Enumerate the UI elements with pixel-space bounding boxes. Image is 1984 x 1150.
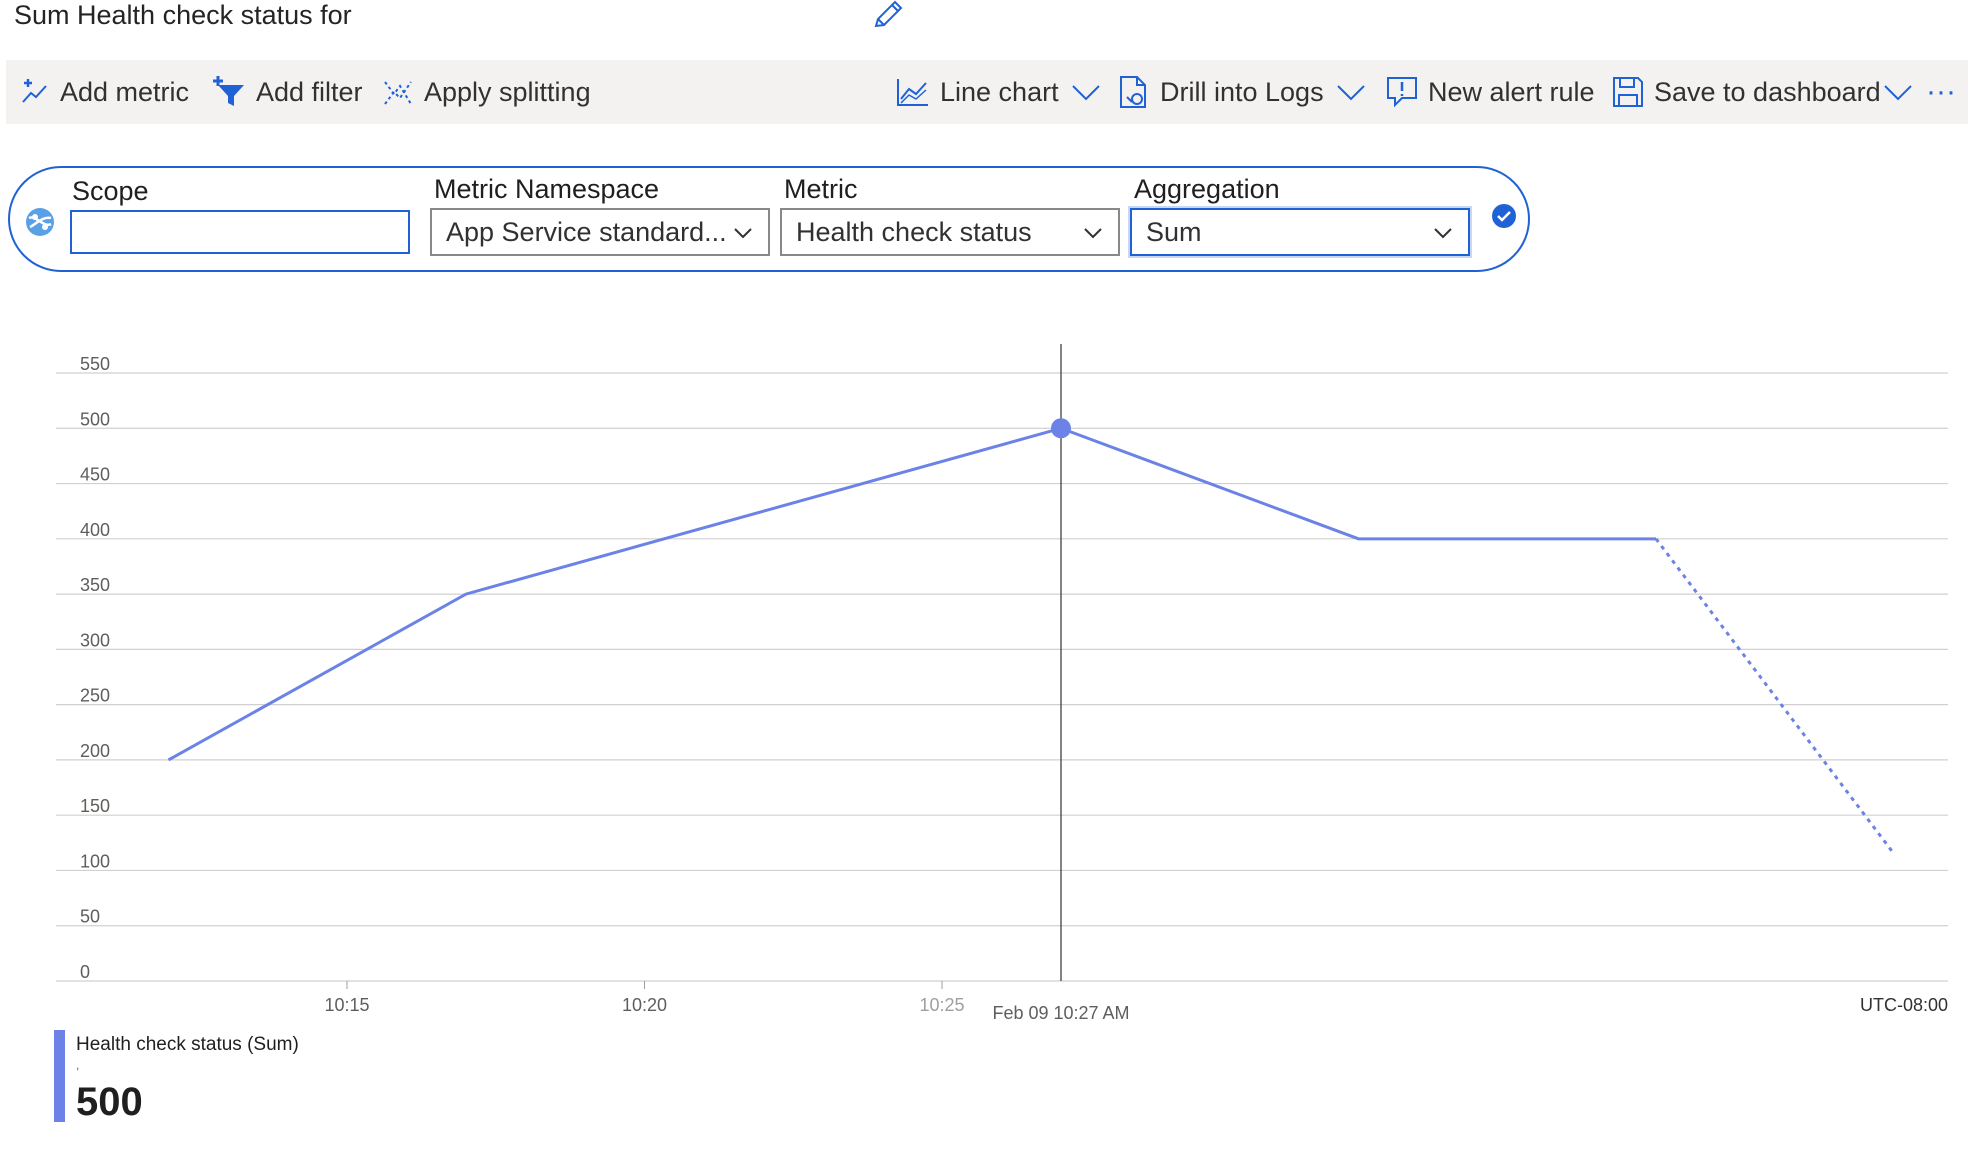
chevron-down-icon (1084, 228, 1102, 239)
series-partial-line (1654, 537, 1896, 855)
save-icon (1613, 77, 1643, 107)
save-to-dashboard-label: Save to dashboard (1654, 76, 1881, 107)
aggregation-select[interactable]: Sum (1130, 208, 1470, 256)
metrics-toolbar: Add metric Add filter Apply splitting Li… (6, 60, 1968, 124)
confirm-check-icon[interactable] (1490, 202, 1518, 230)
y-tick-label: 0 (80, 962, 90, 982)
y-tick-label: 200 (80, 741, 110, 761)
scope-input[interactable] (70, 210, 410, 254)
y-tick-label: 450 (80, 465, 110, 485)
new-alert-rule-label: New alert rule (1428, 76, 1595, 107)
more-options-button[interactable]: ··· (1926, 60, 1956, 124)
add-metric-button[interactable]: Add metric (20, 60, 189, 124)
metric-selector-bar: Scope Metric Namespace App Service stand… (8, 166, 1530, 272)
namespace-select[interactable]: App Service standard... (430, 208, 770, 256)
apply-splitting-label: Apply splitting (424, 76, 591, 107)
line-chart-label: Line chart (940, 76, 1059, 107)
x-tick-label: 10:25 (919, 995, 964, 1015)
cursor-time-label: Feb 09 10:27 AM (992, 1003, 1129, 1023)
chevron-down-icon (1883, 85, 1912, 101)
app-service-icon (26, 208, 54, 236)
apply-splitting-button[interactable]: Apply splitting (382, 60, 591, 124)
chevron-down-icon (1336, 85, 1365, 101)
y-tick-label: 100 (80, 851, 110, 871)
add-filter-button[interactable]: Add filter (212, 60, 363, 124)
add-metric-label: Add metric (60, 76, 190, 107)
apply-splitting-icon (384, 81, 412, 105)
more-icon: ··· (1926, 75, 1956, 108)
drill-into-logs-button[interactable]: Drill into Logs (1118, 60, 1366, 124)
add-filter-label: Add filter (256, 76, 363, 107)
y-tick-label: 300 (80, 630, 110, 650)
scope-label: Scope (72, 176, 149, 206)
metric-select[interactable]: Health check status (780, 208, 1120, 256)
y-tick-label: 150 (80, 796, 110, 816)
line-chart-icon (897, 79, 928, 106)
add-filter-icon (213, 76, 244, 106)
timezone-label: UTC-08:00 (1860, 995, 1948, 1015)
x-tick-label: 10:20 (622, 995, 667, 1015)
highlight-point (1051, 418, 1071, 439)
add-metric-icon (22, 79, 47, 103)
legend-series-name[interactable]: Health check status (Sum) (76, 1034, 299, 1056)
x-tick-label: 10:15 (324, 995, 369, 1015)
chart-title: Sum Health check status for (14, 0, 352, 30)
logs-icon (1120, 76, 1146, 108)
legend-color-bar (54, 1030, 65, 1122)
edit-title-icon[interactable] (870, 0, 906, 30)
new-alert-rule-button[interactable]: New alert rule (1386, 60, 1595, 124)
namespace-label: Metric Namespace (434, 174, 660, 204)
y-tick-label: 400 (80, 520, 110, 540)
legend-value: 500 (76, 1080, 143, 1124)
drill-into-logs-label: Drill into Logs (1160, 76, 1324, 107)
aggregation-label: Aggregation (1134, 174, 1280, 204)
chevron-down-icon (1071, 85, 1100, 101)
metric-label: Metric (784, 174, 858, 204)
metric-value: Health check status (796, 216, 1032, 247)
y-tick-label: 500 (80, 409, 110, 429)
chevron-down-icon (1434, 228, 1452, 239)
aggregation-value: Sum (1146, 216, 1202, 247)
save-to-dashboard-button[interactable]: Save to dashboard (1612, 60, 1913, 124)
y-tick-label: 50 (80, 907, 100, 927)
alert-icon (1387, 77, 1417, 108)
y-tick-label: 250 (80, 686, 110, 706)
y-tick-label: 550 (80, 354, 110, 374)
namespace-value: App Service standard... (446, 216, 727, 247)
y-tick-label: 350 (80, 575, 110, 595)
legend-resource: , (76, 1058, 80, 1072)
chevron-down-icon (734, 228, 752, 239)
metric-line-chart[interactable]: 55050045040035030025020015010050010:15 10… (0, 330, 1984, 1050)
line-chart-button[interactable]: Line chart (896, 60, 1101, 124)
